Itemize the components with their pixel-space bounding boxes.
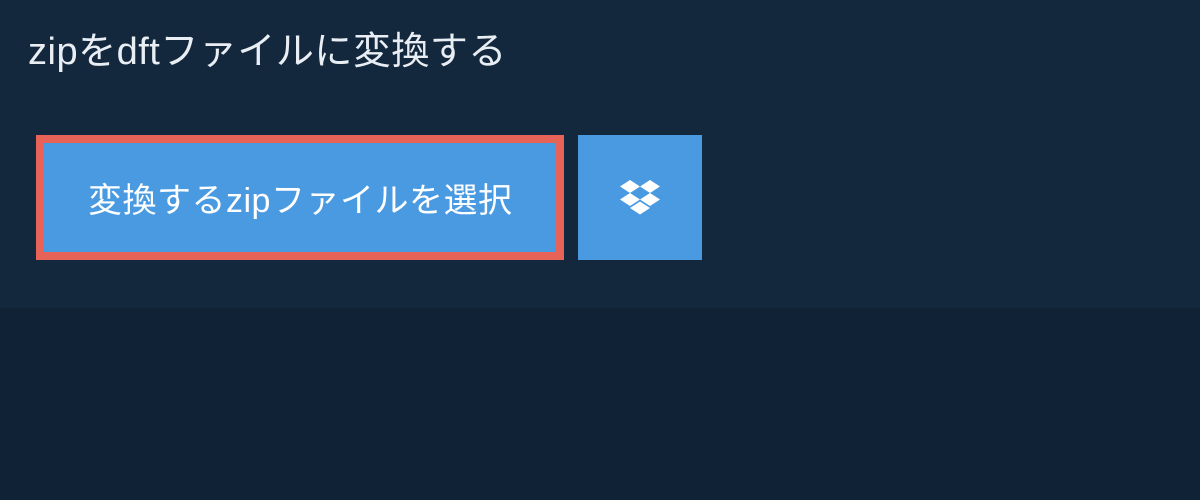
select-file-button[interactable]: 変換するzipファイルを選択 (36, 135, 564, 260)
select-file-button-label: 変換するzipファイルを選択 (88, 173, 512, 222)
dropbox-icon (620, 180, 660, 216)
converter-panel: zipをdftファイルに変換する 変換するzipファイルを選択 (0, 0, 1200, 308)
button-row: 変換するzipファイルを選択 (0, 93, 1200, 260)
heading-container: zipをdftファイルに変換する (0, 0, 535, 93)
page-title: zipをdftファイルに変換する (28, 20, 507, 75)
dropbox-button[interactable] (578, 135, 702, 260)
